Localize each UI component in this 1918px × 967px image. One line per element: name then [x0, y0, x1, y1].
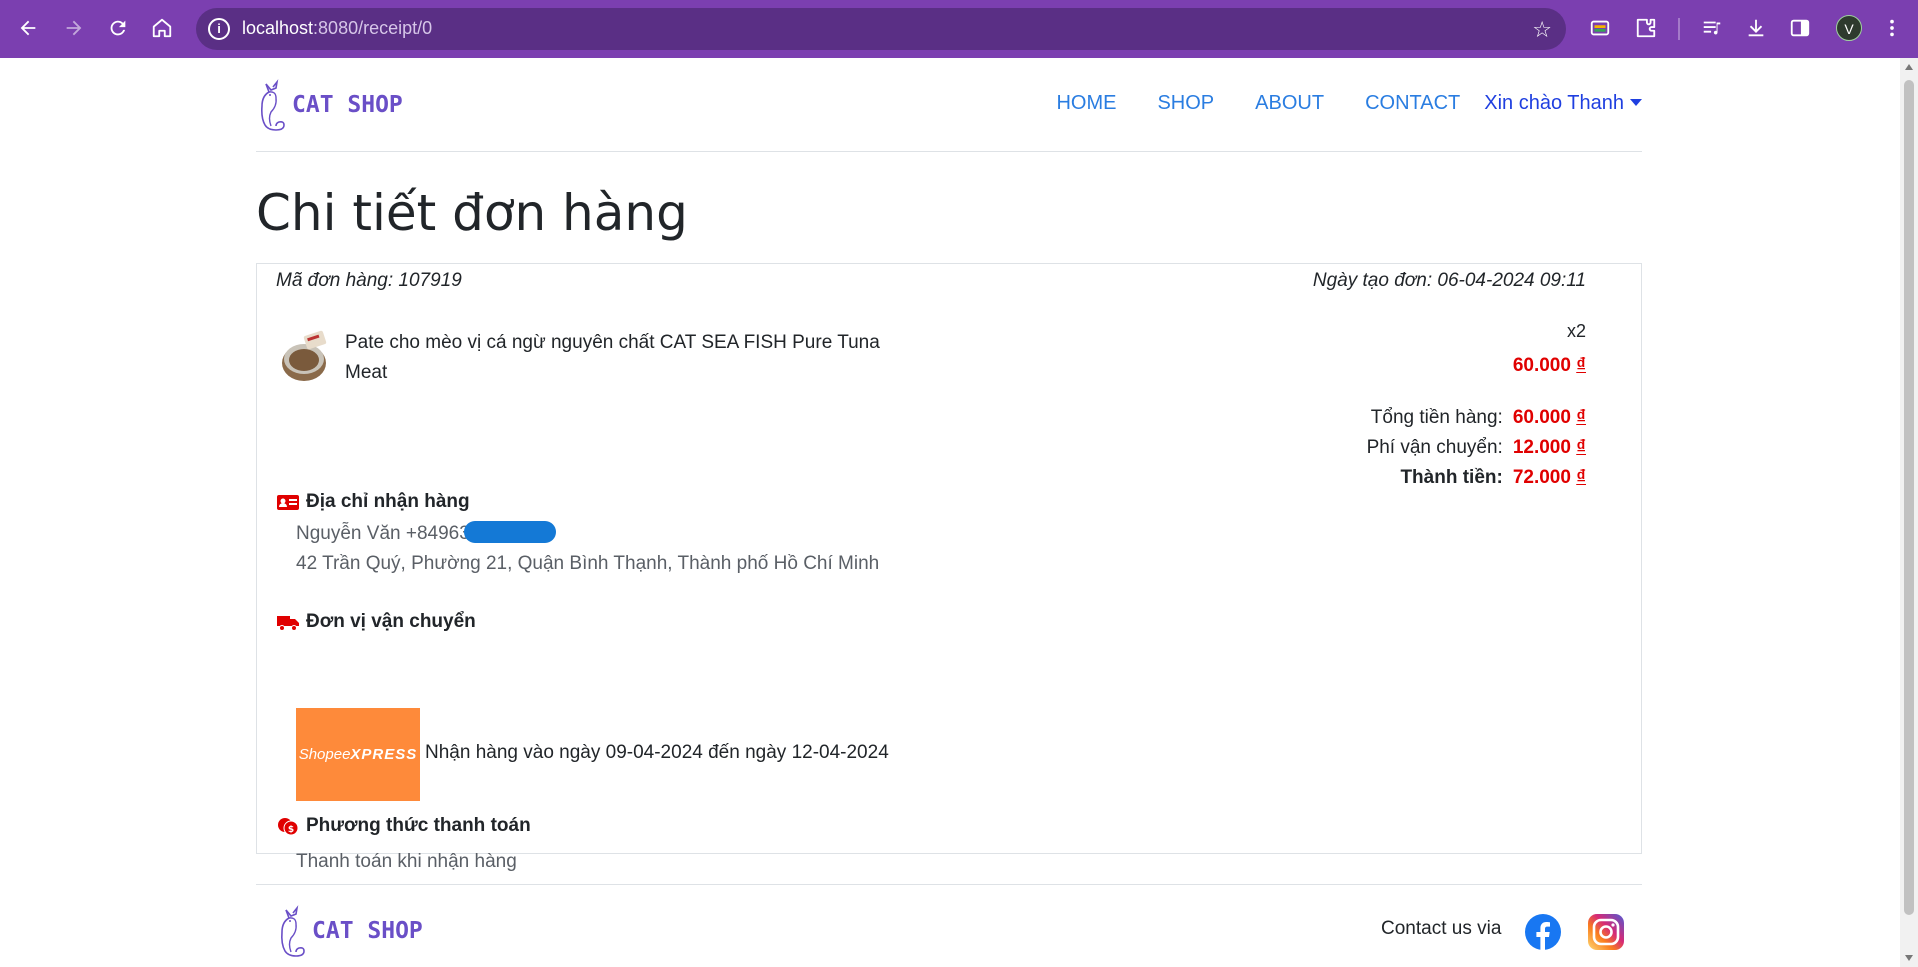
carrier-logo-text-a: Shopee [298, 746, 351, 763]
contact-label: Contact us via [1381, 918, 1502, 939]
product-quantity: x2 [1566, 321, 1586, 341]
address-bar[interactable]: i localhost:8080/receipt/0 ☆ [196, 8, 1566, 50]
delivery-estimate: Nhận hàng vào ngày 09-04-2024 đến ngày 1… [425, 742, 889, 763]
footer-divider [256, 884, 1642, 885]
price-value: 60.000 [1512, 355, 1571, 376]
url-host: localhost [242, 18, 314, 38]
footer-logo-text: CAT SHOP [312, 918, 423, 944]
redacted-phone [463, 521, 556, 543]
nav-shop[interactable]: SHOP [1157, 92, 1214, 115]
recipient-name-phone: Nguyễn Văn +84963 [296, 519, 879, 549]
payment-icon: $ [278, 818, 299, 836]
shipping-fee-row: Phí vận chuyển: 12.000 ₫ [1367, 433, 1586, 463]
site-navbar: CAT SHOP HOME SHOP ABOUT CONTACT Xin chà… [256, 58, 1642, 152]
main-nav: HOME SHOP ABOUT CONTACT Xin chào Thanh [1015, 92, 1642, 115]
page-scrollbar[interactable] [1900, 58, 1918, 967]
nav-home[interactable]: HOME [1056, 92, 1116, 115]
subtotal-value: 60.000 ₫ [1512, 407, 1586, 428]
home-button[interactable] [144, 10, 180, 46]
recipient-street: 42 Trần Quý, Phường 21, Quận Bình Thạnh,… [296, 553, 880, 574]
forward-arrow-icon [66, 20, 82, 36]
browser-menu-icon[interactable] [1874, 10, 1910, 46]
order-id: Mã đơn hàng: 107919 [276, 270, 462, 291]
download-icon[interactable] [1738, 10, 1774, 46]
user-menu-toggle[interactable]: Xin chào Thanh [1484, 92, 1642, 115]
truck-icon [277, 616, 299, 631]
address-heading-text: Địa chỉ nhận hàng [306, 491, 470, 512]
scroll-down-icon[interactable] [1905, 955, 1913, 961]
address-heading: Địa chỉ nhận hàng [276, 491, 470, 513]
user-greeting: Xin chào Thanh [1484, 92, 1624, 114]
browser-toolbar: i localhost:8080/receipt/0 ☆ V [0, 0, 1918, 58]
product-name: Pate cho mèo vị cá ngừ nguyên chất CAT S… [345, 332, 880, 383]
subtotal-label: Tổng tiền hàng: [1370, 407, 1503, 428]
shipping-heading-text: Đơn vị vận chuyển [306, 611, 476, 632]
url-path: :8080/receipt/0 [313, 18, 433, 38]
product-price: 60.000 ₫ [1513, 355, 1586, 377]
facebook-icon[interactable] [1524, 913, 1562, 951]
shipping-heading: Đơn vị vận chuyển [276, 611, 476, 633]
reload-button[interactable] [100, 10, 136, 46]
scroll-up-icon[interactable] [1905, 64, 1913, 70]
caret-down-icon [1630, 99, 1642, 106]
toolbar-divider [1678, 18, 1680, 40]
shipping-fee-label: Phí vận chuyển: [1366, 437, 1503, 458]
payment-heading-text: Phương thức thanh toán [306, 815, 531, 836]
payment-method: Thanh toán khi nhận hàng [296, 851, 517, 872]
nav-contact[interactable]: CONTACT [1365, 92, 1460, 115]
instagram-icon[interactable] [1587, 913, 1625, 951]
side-panel-icon[interactable] [1782, 10, 1818, 46]
cat-logo-icon [281, 905, 305, 957]
nav-about[interactable]: ABOUT [1255, 92, 1324, 115]
home-icon [152, 18, 172, 38]
media-controls-icon[interactable] [1694, 10, 1730, 46]
cat-logo-icon [261, 79, 285, 131]
page-content: CAT SHOP HOME SHOP ABOUT CONTACT Xin chà… [0, 58, 1900, 967]
grand-total-value: 72.000 ₫ [1512, 467, 1586, 488]
order-totals: Tổng tiền hàng: 60.000 ₫ Phí vận chuyển:… [1367, 403, 1586, 493]
grand-total-row: Thành tiền: 72.000 ₫ [1367, 463, 1586, 493]
bookmark-star-icon[interactable]: ☆ [1532, 17, 1552, 43]
order-date: Ngày tạo đơn: 06-04-2024 09:11 [1312, 270, 1586, 291]
payment-heading: $ Phương thức thanh toán [276, 815, 531, 837]
carrier-logo-text-b: XPRESS [350, 746, 418, 763]
site-logo[interactable]: CAT SHOP [256, 78, 403, 132]
profile-avatar[interactable]: V [1836, 15, 1862, 41]
back-arrow-icon [20, 20, 36, 36]
shipping-fee-value: 12.000 ₫ [1512, 437, 1586, 458]
recipient-text: Nguyễn Văn +84963 [296, 523, 470, 544]
logo-text: CAT SHOP [292, 92, 403, 118]
id-card-icon [277, 495, 299, 510]
footer-logo[interactable]: CAT SHOP [276, 904, 423, 958]
page-title: Chi tiết đơn hàng [256, 184, 688, 242]
extensions-icon[interactable] [1628, 10, 1664, 46]
tab-search-icon[interactable] [1582, 10, 1618, 46]
address-body: Nguyễn Văn +84963 42 Trần Quý, Phường 21… [296, 519, 879, 579]
url-text: localhost:8080/receipt/0 [242, 18, 432, 39]
grand-total-label: Thành tiền: [1400, 467, 1503, 488]
order-card: Mã đơn hàng: 107919 Ngày tạo đơn: 06-04-… [256, 263, 1642, 872]
product-image [282, 330, 327, 381]
site-info-icon[interactable]: i [208, 18, 230, 40]
back-button[interactable] [10, 10, 46, 46]
carrier-logo: Shopee XPRESS [296, 708, 420, 801]
currency-symbol: ₫ [1576, 355, 1586, 376]
subtotal-row: Tổng tiền hàng: 60.000 ₫ [1367, 403, 1586, 433]
scrollbar-thumb[interactable] [1904, 80, 1914, 915]
reload-icon [110, 20, 126, 36]
svg-text:$: $ [288, 825, 294, 835]
forward-button[interactable] [56, 10, 92, 46]
